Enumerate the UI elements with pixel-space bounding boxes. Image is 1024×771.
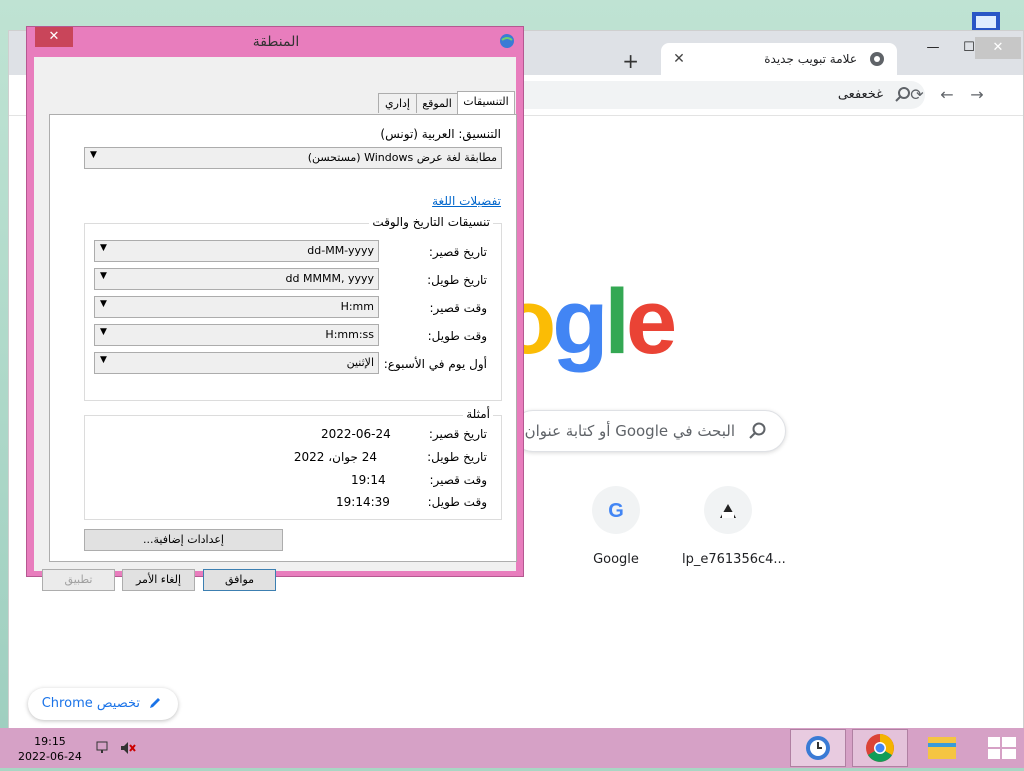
network-icon[interactable] [96,740,112,759]
example-value: 24 جوان، 2022 [293,450,377,464]
formats-pane: التنسيق: العربية (تونس) مطابقة لغة عرض W… [49,114,517,562]
cancel-button[interactable]: إلغاء الأمر [122,569,195,591]
short-time-value: H:mm [340,300,374,313]
tab-title: علامة تبويب جديدة [764,52,857,66]
search-icon [749,422,767,440]
taskbar-file-explorer-icon[interactable] [914,729,970,767]
pencil-icon [148,696,162,710]
datetime-label: وقت طويل: [427,329,487,343]
datetime-label: تاريخ قصير: [428,245,487,259]
short-date-dropdown[interactable]: dd-MM-yyyy ▼ [94,240,379,262]
long-date-dropdown[interactable]: dd MMMM, yyyy ▼ [94,268,379,290]
close-button[interactable]: ✕ [975,37,1021,59]
scrollbar[interactable] [1001,116,1023,728]
shortcut-label: lp_e761356c4... [682,552,786,567]
taskbar-chrome-icon[interactable] [852,729,908,767]
svg-text:G: G [608,500,624,522]
globe-icon [499,33,515,49]
clock-time: 19:15 [34,735,66,748]
language-preferences-link[interactable]: تفضيلات اللغة [432,194,501,208]
dialog-title: المنطقة [252,34,300,50]
example-label: وقت طويل: [427,495,487,509]
minimize-button[interactable]: — [915,37,951,59]
chevron-down-icon: ▼ [90,150,97,160]
dialog-body: إداري الموقع التنسيقات التنسيق: العربية … [34,57,517,591]
example-label: تاريخ قصير: [428,427,487,441]
chevron-down-icon: ▼ [100,355,107,365]
taskbar-clock[interactable]: 19:15 2022-06-24 [18,734,82,764]
google-search-box[interactable]: البحث في Google أو كتابة عنوان [512,410,786,452]
chevron-down-icon: ▼ [100,299,107,309]
taskbar: 19:15 2022-06-24 [0,728,1024,768]
region-dialog: ✕ المنطقة إداري الموقع التنسيقات التنسيق… [26,26,524,591]
datetime-label: تاريخ طويل: [427,273,487,287]
new-tab-button[interactable]: + [622,49,639,73]
back-arrow-icon[interactable]: ← [937,85,957,105]
tab-formats[interactable]: التنسيقات [457,91,515,115]
ok-button[interactable]: موافق [203,569,276,591]
long-date-value: dd MMMM, yyyy [285,272,374,285]
datetime-group-title: تنسيقات التاريخ والوقت [369,215,493,229]
omnibox-text: غخعفعى [837,87,883,102]
customize-chrome-button[interactable]: تخصيص Chrome [28,688,178,720]
chevron-down-icon: ▼ [100,243,107,253]
short-date-value: dd-MM-yyyy [307,244,374,257]
clock-date: 2022-06-24 [18,750,82,763]
start-windows-icon[interactable] [982,728,1024,768]
site-icon [704,486,752,534]
tab-administrative[interactable]: إداري [378,93,417,113]
example-label: تاريخ طويل: [427,450,487,464]
shortcut-google[interactable]: G Google [570,486,662,567]
example-value: 19:14 [351,473,386,487]
format-label: التنسيق: العربية (تونس) [380,127,501,141]
customize-label: تخصيص Chrome [41,696,140,711]
datetime-label: وقت قصير: [429,301,487,315]
additional-settings-button[interactable]: إعدادات إضافية... [84,529,283,551]
first-day-value: الإثنين [346,356,374,369]
examples-group-title: أمثلة [463,407,493,421]
forward-arrow-icon[interactable]: → [967,85,987,105]
datetime-formats-group: تنسيقات التاريخ والوقت تاريخ قصير: dd-MM… [84,215,502,401]
tab-new-tab[interactable]: علامة تبويب جديدة ✕ [661,43,897,75]
first-day-dropdown[interactable]: الإثنين ▼ [94,352,379,374]
example-label: وقت قصير: [429,473,487,487]
example-value: 19:14:39 [336,495,390,509]
shortcut-label: Google [593,552,639,567]
chevron-down-icon: ▼ [100,271,107,281]
format-value: مطابقة لغة عرض Windows (مستحسن) [307,151,497,164]
search-placeholder: البحث في Google أو كتابة عنوان [524,422,735,440]
volume-muted-icon[interactable] [120,740,136,759]
example-value: 2022-06-24 [321,427,391,441]
long-time-dropdown[interactable]: H:mm:ss ▼ [94,324,379,346]
tab-close-icon[interactable]: ✕ [669,49,689,69]
apply-button[interactable]: تطبيق [42,569,115,591]
tab-location[interactable]: الموقع [416,93,458,113]
taskbar-region-app[interactable] [790,729,846,767]
reload-icon[interactable]: ⟳ [907,85,927,105]
google-logo: ogle [500,271,677,373]
chevron-down-icon: ▼ [100,327,107,337]
datetime-label: أول يوم في الأسبوع: [383,357,487,371]
google-g-icon: G [592,486,640,534]
shortcut-lp[interactable]: lp_e761356c4... [682,486,786,567]
chrome-favicon-icon [869,51,885,67]
short-time-dropdown[interactable]: H:mm ▼ [94,296,379,318]
format-dropdown[interactable]: مطابقة لغة عرض Windows (مستحسن) ▼ [84,147,502,169]
examples-group: أمثلة تاريخ قصير: 2022-06-24 تاريخ طويل:… [84,407,502,520]
long-time-value: H:mm:ss [325,328,374,341]
